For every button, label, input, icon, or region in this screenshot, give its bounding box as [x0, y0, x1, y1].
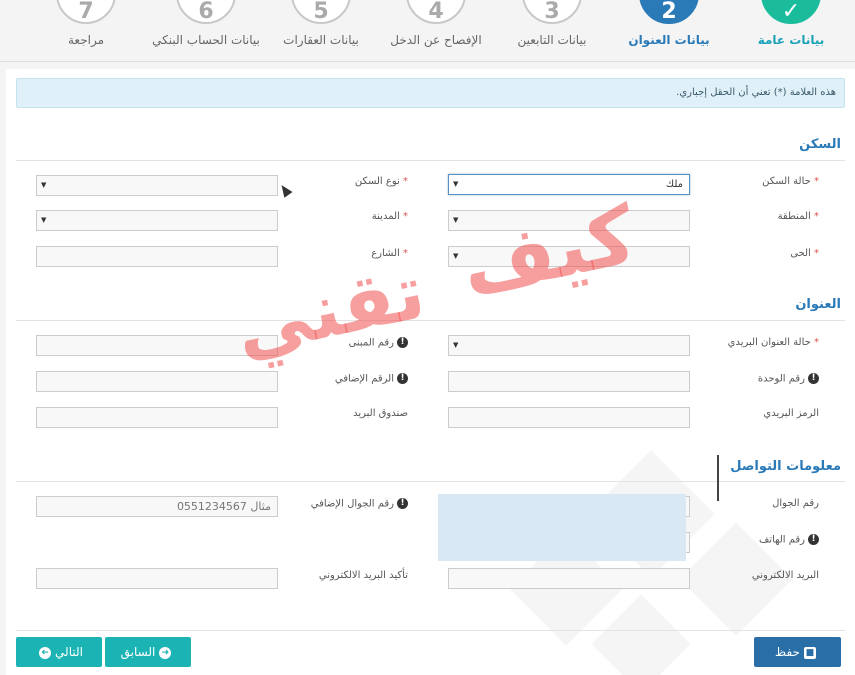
arrow-left-icon: ➜ — [39, 646, 52, 659]
step-number: 7 — [56, 0, 116, 24]
email-label: البريد الالكتروني — [751, 570, 819, 581]
housing-status-select[interactable]: ملك ▼ — [448, 174, 690, 195]
divider — [717, 455, 719, 501]
step-number: 6 — [176, 0, 236, 24]
step-label: الإفصاح عن الدخل — [390, 33, 482, 47]
previous-button[interactable]: ➜السابق — [105, 637, 191, 667]
step-label: بيانات العقارات — [283, 33, 359, 47]
confirm-email-label: تأكيد البريد الالكتروني — [318, 570, 408, 581]
region-label: * المنطقة — [777, 211, 819, 222]
postal-code-input[interactable] — [448, 407, 690, 428]
street-input[interactable] — [36, 246, 278, 267]
additional-no-label: !الرقم الإضافي — [308, 373, 408, 385]
housing-status-label: * حالة السكن — [762, 176, 819, 187]
step-label: بيانات الحساب البنكي — [152, 33, 260, 47]
building-no-input[interactable] — [36, 335, 278, 356]
region-select[interactable]: ▼ — [448, 210, 690, 231]
district-select[interactable]: ▼ — [448, 246, 690, 267]
redaction-box — [438, 494, 686, 561]
info-icon[interactable]: ! — [397, 337, 408, 348]
divider — [16, 481, 845, 482]
step-label: مراجعة — [67, 33, 105, 47]
divider — [16, 320, 845, 321]
divider — [16, 630, 845, 631]
additional-no-input[interactable] — [36, 371, 278, 392]
confirm-email-input[interactable] — [36, 568, 278, 589]
required-info-bar: هذه العلامة (*) تعني أن الحقل إجباري. — [16, 78, 845, 108]
required-mark: * — [814, 176, 819, 187]
phone-label: !رقم الهاتف — [719, 534, 819, 546]
step-number: 5 — [291, 0, 351, 24]
postal-code-label: الرمز البريدي — [763, 408, 819, 419]
info-icon[interactable]: ! — [808, 373, 819, 384]
alt-mobile-label: !رقم الجوال الإضافي — [308, 498, 408, 510]
alt-mobile-placeholder: مثال 0551234567 — [176, 500, 271, 513]
mobile-label: رقم الجوال — [772, 498, 819, 509]
unit-no-label: !رقم الوحدة — [719, 373, 819, 385]
step-label: بيانات التابعين — [517, 33, 587, 47]
form-panel: هذه العلامة (*) تعني أن الحقل إجباري. ال… — [6, 69, 855, 675]
housing-status-value: ملك — [665, 179, 683, 190]
section-title-contact: معلومات التواصل — [730, 459, 841, 474]
section-title-housing: السكن — [799, 137, 841, 152]
chevron-down-icon: ▼ — [41, 216, 47, 224]
email-input[interactable] — [448, 568, 690, 589]
housing-type-label: * نوع السكن — [354, 176, 408, 187]
divider — [0, 61, 855, 62]
street-label: * الشارع — [371, 248, 408, 259]
save-button[interactable]: ■حفظ — [754, 637, 841, 667]
info-icon[interactable]: ! — [397, 498, 408, 509]
district-label: * الحى — [790, 248, 819, 259]
po-box-input[interactable] — [36, 407, 278, 428]
city-label: * المدينة — [371, 211, 408, 222]
po-box-label: صندوق البريد — [353, 408, 408, 419]
postal-status-select[interactable]: ▼ — [448, 335, 690, 356]
check-icon: ✓ — [761, 0, 821, 24]
chevron-down-icon: ▼ — [453, 341, 459, 349]
divider — [16, 160, 845, 161]
arrow-right-icon: ➜ — [159, 646, 172, 659]
section-title-address: العنوان — [795, 297, 841, 312]
next-button[interactable]: التالي➜ — [16, 637, 102, 667]
step-number: 4 — [406, 0, 466, 24]
floppy-disk-icon: ■ — [803, 646, 816, 659]
step-label: بيانات عامة — [757, 33, 825, 47]
info-icon[interactable]: ! — [397, 373, 408, 384]
wizard-steps: ✓ بيانات عامة 2 بيانات العنوان 3 بيانات … — [0, 0, 855, 62]
decoration — [591, 594, 691, 675]
chevron-down-icon: ▼ — [453, 216, 459, 224]
unit-no-input[interactable] — [448, 371, 690, 392]
city-select[interactable]: ▼ — [36, 210, 278, 231]
chevron-down-icon: ▼ — [453, 180, 459, 188]
housing-type-select[interactable]: ▼ — [36, 175, 278, 196]
chevron-down-icon: ▼ — [453, 252, 459, 260]
chevron-down-icon: ▼ — [41, 181, 47, 189]
step-number: 3 — [522, 0, 582, 24]
building-no-label: !رقم المبنى — [308, 337, 408, 349]
step-number: 2 — [639, 0, 699, 24]
info-icon[interactable]: ! — [808, 534, 819, 545]
step-label: بيانات العنوان — [628, 33, 710, 47]
alt-mobile-input[interactable]: مثال 0551234567 — [36, 496, 278, 517]
postal-status-label: * حالة العنوان البريدي — [727, 337, 819, 348]
